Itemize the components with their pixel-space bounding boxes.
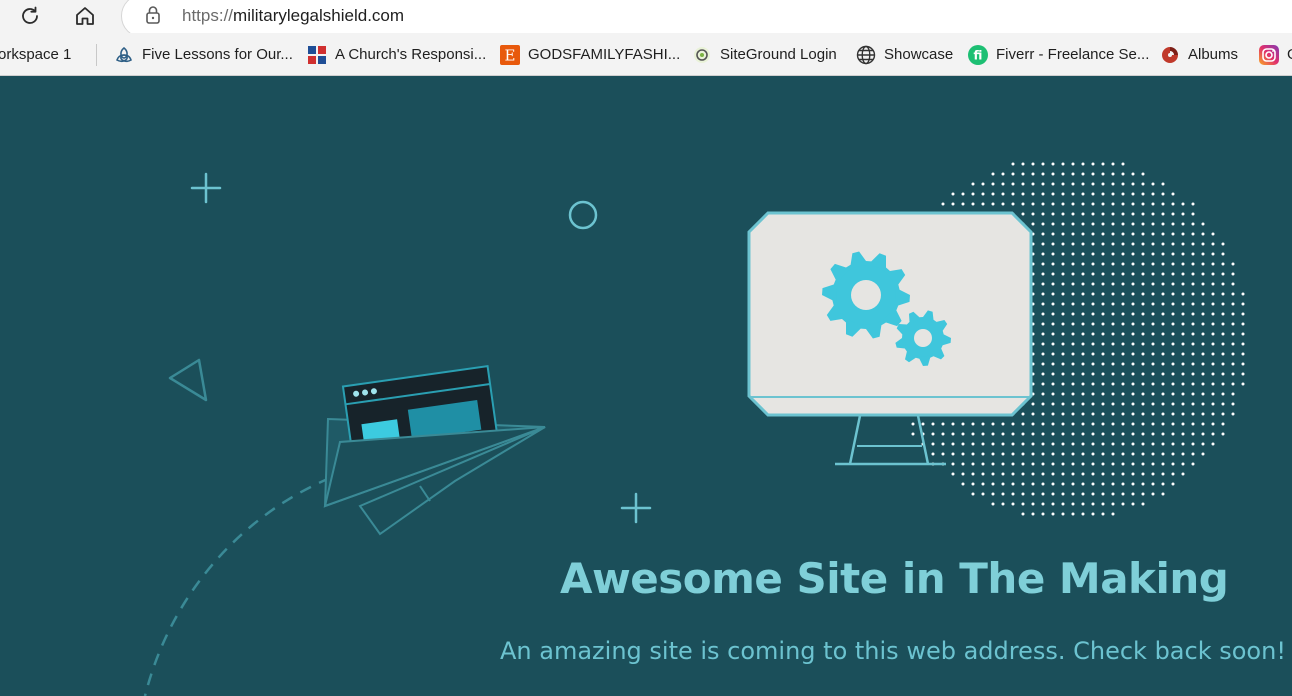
siteground-icon (692, 45, 712, 65)
url-scheme: https:// (182, 6, 234, 25)
globe-icon (856, 45, 876, 65)
page-subline: An amazing site is coming to this web ad… (500, 637, 1286, 665)
bookmarks-bar: orkspace 1 Five Lessons for Our... A Chu… (0, 33, 1292, 76)
browser-toolbar: https://militarylegalshield.com (0, 0, 1292, 38)
ring-decoration-icon (568, 200, 598, 230)
coming-soon-illustration (143, 162, 1245, 696)
reload-icon (22, 6, 38, 24)
bookmark-label: SiteGround Login (720, 46, 837, 63)
bookmark-church[interactable]: A Church's Responsi... (307, 33, 486, 76)
reload-button[interactable] (14, 2, 46, 30)
plus-decoration-icon (620, 492, 652, 524)
bookmark-siteground[interactable]: SiteGround Login (692, 33, 837, 76)
monitor-illustration (747, 211, 1033, 466)
page-headline: Awesome Site in The Making (560, 554, 1229, 603)
url-text[interactable]: https://militarylegalshield.com (182, 6, 404, 26)
etsy-icon: E (500, 44, 520, 65)
bookmark-etsy[interactable]: E GODSFAMILYFASHI... (500, 33, 680, 76)
bookmark-label: Fiverr - Freelance Se... (996, 46, 1150, 63)
bookmarks-divider (96, 44, 97, 66)
bookmark-label: GODSFAMILYFASHI... (528, 46, 681, 63)
home-button[interactable] (69, 2, 101, 30)
fiverr-icon: fi (968, 44, 988, 65)
bookmark-five-lessons[interactable]: Five Lessons for Our... (114, 33, 293, 76)
bookmark-workspace[interactable]: orkspace 1 (0, 33, 71, 76)
flight-path-line (143, 476, 331, 696)
svg-text:E: E (505, 46, 516, 64)
albums-icon (1160, 45, 1180, 65)
bookmark-label: Showcase (884, 46, 954, 63)
url-host: militarylegalshield.com (233, 6, 405, 25)
instagram-icon (1259, 44, 1279, 65)
bookmark-fiverr[interactable]: fi Fiverr - Freelance Se... (968, 33, 1149, 76)
lock-icon[interactable] (144, 5, 162, 25)
bookmark-label: Albums (1188, 46, 1239, 63)
trinity-knot-icon (114, 45, 134, 65)
bookmark-label: Five Lessons for Our... (142, 46, 293, 63)
bookmark-label: A Church's Responsi... (335, 46, 487, 63)
bookmark-instagram[interactable]: G (1259, 33, 1292, 76)
grid-logo-icon (307, 45, 327, 65)
svg-text:fi: fi (974, 48, 983, 62)
plus-decoration-icon (190, 172, 222, 204)
bookmark-label: G (1287, 46, 1292, 63)
triangle-decoration-icon (168, 358, 208, 402)
bookmark-label: orkspace 1 (0, 46, 72, 63)
coming-soon-page: Awesome Site in The Making An amazing si… (0, 76, 1292, 696)
bookmark-albums[interactable]: Albums (1160, 33, 1238, 76)
home-icon (76, 7, 94, 25)
bookmark-showcase[interactable]: Showcase (856, 33, 953, 76)
paper-plane-illustration (323, 365, 546, 536)
